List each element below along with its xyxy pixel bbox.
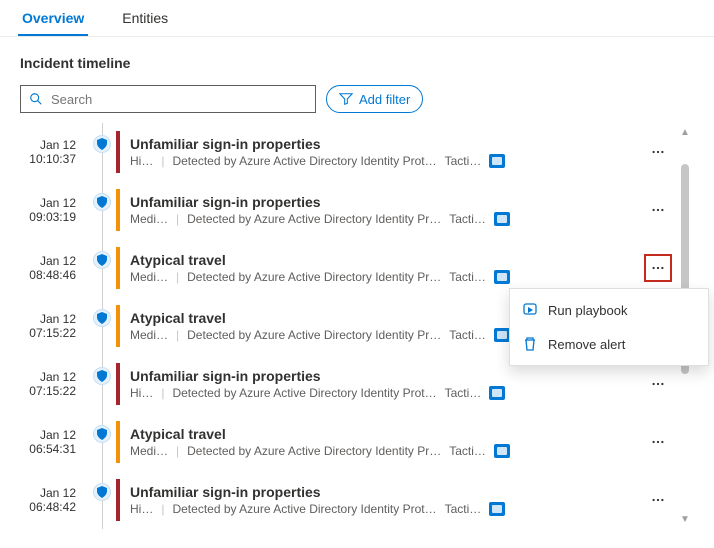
alert-title: Atypical travel <box>130 426 640 442</box>
provider-icon <box>489 154 505 168</box>
timestamp: Jan 1210:10:37 <box>20 138 88 167</box>
detected-by: Detected by Azure Active Directory Ident… <box>172 386 436 400</box>
tab-bar: Overview Entities <box>0 0 714 37</box>
more-actions-button[interactable] <box>646 140 670 164</box>
search-input[interactable] <box>51 92 307 107</box>
scroll-down-icon[interactable]: ▼ <box>680 510 690 529</box>
severity-bar <box>116 189 120 231</box>
severity-bar <box>116 247 120 289</box>
provider-icon <box>494 212 510 226</box>
provider-icon <box>494 444 510 458</box>
alert-body: Unfamiliar sign-in propertiesHi…|Detecte… <box>130 484 640 516</box>
tactics-label: Tacti… <box>449 212 486 226</box>
table-row[interactable]: Jan 1206:54:31Atypical travelMedi…|Detec… <box>20 413 670 471</box>
more-actions-button[interactable] <box>646 198 670 222</box>
severity-label: Hi… <box>130 154 153 168</box>
timeline-track <box>88 471 116 529</box>
detected-by: Detected by Azure Active Directory Ident… <box>187 212 441 226</box>
timeline-track <box>88 123 116 181</box>
more-actions-button[interactable] <box>646 430 670 454</box>
alert-body: Unfamiliar sign-in propertiesHi…|Detecte… <box>130 368 640 400</box>
playbook-icon <box>522 302 538 318</box>
detected-by: Detected by Azure Active Directory Ident… <box>172 154 436 168</box>
tactics-label: Tacti… <box>445 502 482 516</box>
shield-icon <box>93 251 111 269</box>
shield-icon <box>93 193 111 211</box>
detected-by: Detected by Azure Active Directory Ident… <box>187 444 441 458</box>
timestamp: Jan 1207:15:22 <box>20 312 88 341</box>
table-row[interactable]: Jan 1209:03:19 Unfamiliar sign-in propert… <box>20 181 670 239</box>
severity-bar <box>116 363 120 405</box>
shield-icon <box>93 483 111 501</box>
timestamp: Jan 1206:54:31 <box>20 428 88 457</box>
detected-by: Detected by Azure Active Directory Ident… <box>187 328 441 342</box>
timeline-track <box>88 413 116 471</box>
run-playbook-label: Run playbook <box>548 303 628 318</box>
tactics-label: Tacti… <box>445 386 482 400</box>
tactics-label: Tacti… <box>449 444 486 458</box>
search-icon <box>29 92 43 106</box>
severity-label: Hi… <box>130 386 153 400</box>
add-filter-label: Add filter <box>359 92 410 107</box>
severity-bar <box>116 479 120 521</box>
alert-body: Atypical travelMedi…|Detected by Azure A… <box>130 426 640 458</box>
more-actions-button[interactable] <box>646 372 670 396</box>
severity-label: Medi… <box>130 444 168 458</box>
severity-label: Medi… <box>130 270 168 284</box>
tab-overview[interactable]: Overview <box>18 0 88 36</box>
alert-body: Unfamiliar sign-in propertiesMedi…|Detec… <box>130 194 640 226</box>
more-actions-button[interactable] <box>646 256 670 280</box>
tactics-label: Tacti… <box>449 328 486 342</box>
trash-icon <box>522 336 538 352</box>
severity-bar <box>116 305 120 347</box>
tactics-label: Tacti… <box>445 154 482 168</box>
provider-icon <box>489 386 505 400</box>
alert-context-menu: Run playbook Remove alert <box>509 288 709 366</box>
remove-alert-label: Remove alert <box>548 337 625 352</box>
severity-label: Medi… <box>130 328 168 342</box>
severity-label: Medi… <box>130 212 168 226</box>
timeline-track <box>88 297 116 355</box>
tab-entities[interactable]: Entities <box>118 0 172 36</box>
severity-bar <box>116 421 120 463</box>
add-filter-button[interactable]: Add filter <box>326 85 423 113</box>
run-playbook-menu-item[interactable]: Run playbook <box>510 293 708 327</box>
remove-alert-menu-item[interactable]: Remove alert <box>510 327 708 361</box>
timeline-track <box>88 355 116 413</box>
timeline-track <box>88 181 116 239</box>
detected-by: Detected by Azure Active Directory Ident… <box>172 502 436 516</box>
provider-icon <box>494 328 510 342</box>
alert-body: Unfamiliar sign-in propertiesHi…|Detecte… <box>130 136 640 168</box>
tactics-label: Tacti… <box>449 270 486 284</box>
severity-label: Hi… <box>130 502 153 516</box>
provider-icon <box>489 502 505 516</box>
alert-title: Unfamiliar sign-in properties <box>130 136 640 152</box>
shield-icon <box>93 425 111 443</box>
timestamp: Jan 1207:15:22 <box>20 370 88 399</box>
filter-icon <box>339 92 353 106</box>
table-row[interactable]: Jan 1206:48:42 Unfamiliar sign-in propert… <box>20 471 670 529</box>
timeline-track <box>88 239 116 297</box>
shield-icon <box>93 309 111 327</box>
alert-body: Atypical travelMedi…|Detected by Azure A… <box>130 252 640 284</box>
table-row[interactable]: Jan 1210:10:37 Unfamiliar sign-in propert… <box>20 123 670 181</box>
timestamp: Jan 1208:48:46 <box>20 254 88 283</box>
severity-bar <box>116 131 120 173</box>
alert-title: Atypical travel <box>130 252 640 268</box>
alert-title: Unfamiliar sign-in properties <box>130 484 640 500</box>
shield-icon <box>93 135 111 153</box>
timestamp: Jan 1206:48:42 <box>20 486 88 515</box>
alert-title: Unfamiliar sign-in properties <box>130 368 640 384</box>
detected-by: Detected by Azure Active Directory Ident… <box>187 270 441 284</box>
more-actions-button[interactable] <box>646 488 670 512</box>
shield-icon <box>93 367 111 385</box>
timestamp: Jan 1209:03:19 <box>20 196 88 225</box>
search-box[interactable] <box>20 85 316 113</box>
page-title: Incident timeline <box>20 55 694 71</box>
scroll-up-icon[interactable]: ▲ <box>680 123 690 142</box>
provider-icon <box>494 270 510 284</box>
alert-title: Unfamiliar sign-in properties <box>130 194 640 210</box>
